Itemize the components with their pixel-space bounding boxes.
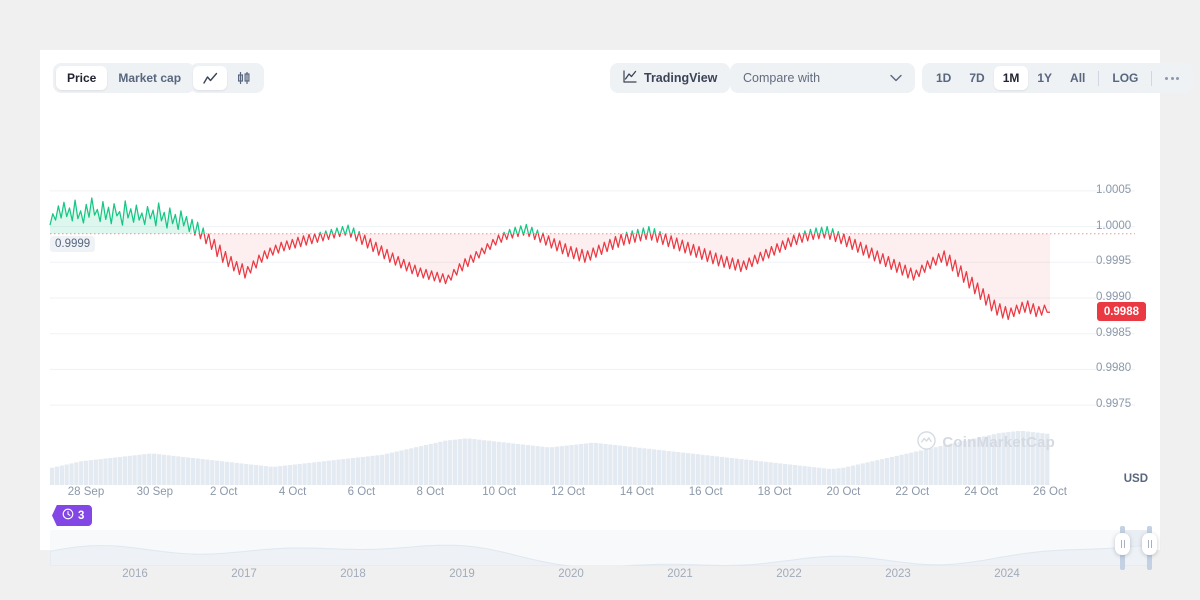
line-chart-icon <box>623 70 637 86</box>
divider <box>1098 70 1100 86</box>
navigator-series <box>50 544 1150 566</box>
compare-with-dropdown[interactable]: Compare with <box>730 63 915 93</box>
chevron-down-icon <box>890 71 902 85</box>
x-axis-tick: 2 Oct <box>209 486 238 498</box>
x-axis-tick: 24 Oct <box>964 486 999 498</box>
navigator-year-tick: 2019 <box>449 568 475 580</box>
range-1d[interactable]: 1D <box>927 66 960 90</box>
drag-handle-icon[interactable] <box>1115 533 1130 555</box>
range-navigator[interactable]: 2016 2017 2018 2019 2020 2021 2022 2023 2024 <box>50 526 1157 580</box>
navigator-year-tick: 2024 <box>994 568 1020 580</box>
ellipsis-icon[interactable] <box>1156 76 1188 80</box>
range-1m[interactable]: 1M <box>993 66 1029 90</box>
x-axis-tick: 14 Oct <box>619 486 654 498</box>
coinmarketcap-watermark: CoinMarketCap <box>917 431 1055 454</box>
x-axis-tick: 28 Sep <box>67 486 105 498</box>
chart-type-group <box>190 63 264 93</box>
metric-tab-group: Price Market cap <box>53 63 196 93</box>
clock-icon <box>62 508 74 523</box>
volume-bars <box>50 431 1050 485</box>
x-axis-tick: 16 Oct <box>688 486 723 498</box>
x-axis-tick: 18 Oct <box>757 486 792 498</box>
x-axis-tick: 26 Oct <box>1033 486 1067 498</box>
navigator-year-tick: 2017 <box>231 568 257 580</box>
chart-area[interactable]: 1.0005 1.0000 0.9995 0.9990 0.9985 0.9980 0.99… <box>40 113 1160 498</box>
compare-with-label: Compare with <box>743 71 821 85</box>
drag-handle-icon[interactable] <box>1142 533 1157 555</box>
chart-toolbar: Price Market cap TradingView Compare wit… <box>40 50 1194 110</box>
divider <box>1151 70 1153 86</box>
metric-tab-price[interactable]: Price <box>56 66 108 90</box>
candlestick-chart-icon[interactable] <box>227 66 261 90</box>
y-axis-tick: 0.9975 <box>1096 398 1132 411</box>
range-all[interactable]: All <box>1061 66 1094 90</box>
y-axis-tick: 1.0000 <box>1096 219 1132 232</box>
navigator-year-tick: 2023 <box>885 568 911 580</box>
watermark-text: CoinMarketCap <box>942 434 1055 451</box>
line-chart-icon[interactable] <box>193 66 227 90</box>
currency-label: USD <box>1123 473 1148 485</box>
x-axis-tick: 6 Oct <box>347 486 376 498</box>
log-scale-button[interactable]: LOG <box>1103 66 1147 90</box>
navigator-year-tick: 2018 <box>340 568 366 580</box>
gridlines <box>50 190 1135 406</box>
x-axis-tick: 12 Oct <box>551 486 585 498</box>
navigator-year-tick: 2022 <box>776 568 802 580</box>
range-1y[interactable]: 1Y <box>1028 66 1061 90</box>
x-axis-tick: 4 Oct <box>278 486 307 498</box>
x-axis-tick: 30 Sep <box>136 486 174 498</box>
navigator-year-tick: 2020 <box>558 568 584 580</box>
x-axis-tick: 8 Oct <box>416 486 445 498</box>
coinmarketcap-logo-icon <box>917 431 937 454</box>
time-range-group: 1D 7D 1M 1Y All LOG <box>922 63 1194 93</box>
y-axis-tick: 0.9990 <box>1096 291 1132 303</box>
x-axis-tick: 22 Oct <box>895 486 930 498</box>
tradingview-button[interactable]: TradingView <box>610 63 731 93</box>
x-axis-tick: 20 Oct <box>826 486 861 498</box>
events-count: 3 <box>78 509 85 522</box>
current-price-badge: 0.9988 <box>1096 302 1146 322</box>
x-axis-tick: 10 Oct <box>482 486 517 498</box>
navigator-year-tick: 2021 <box>667 568 693 580</box>
events-badge[interactable]: 3 <box>52 505 93 526</box>
range-7d[interactable]: 7D <box>960 66 993 90</box>
y-axis-tick: 1.0005 <box>1096 183 1132 196</box>
y-axis-tick: 0.9985 <box>1096 326 1132 339</box>
price-chart-card: Price Market cap TradingView Compare wit… <box>40 50 1194 580</box>
y-axis-tick: 0.9995 <box>1096 255 1132 268</box>
price-area-down <box>194 233 1051 320</box>
y-axis-tick: 0.9980 <box>1096 362 1132 375</box>
navigator-year-tick: 2016 <box>122 568 148 580</box>
tradingview-label: TradingView <box>644 71 718 85</box>
baseline-price-label: 0.9999 <box>50 235 96 252</box>
metric-tab-market-cap[interactable]: Market cap <box>107 66 192 90</box>
